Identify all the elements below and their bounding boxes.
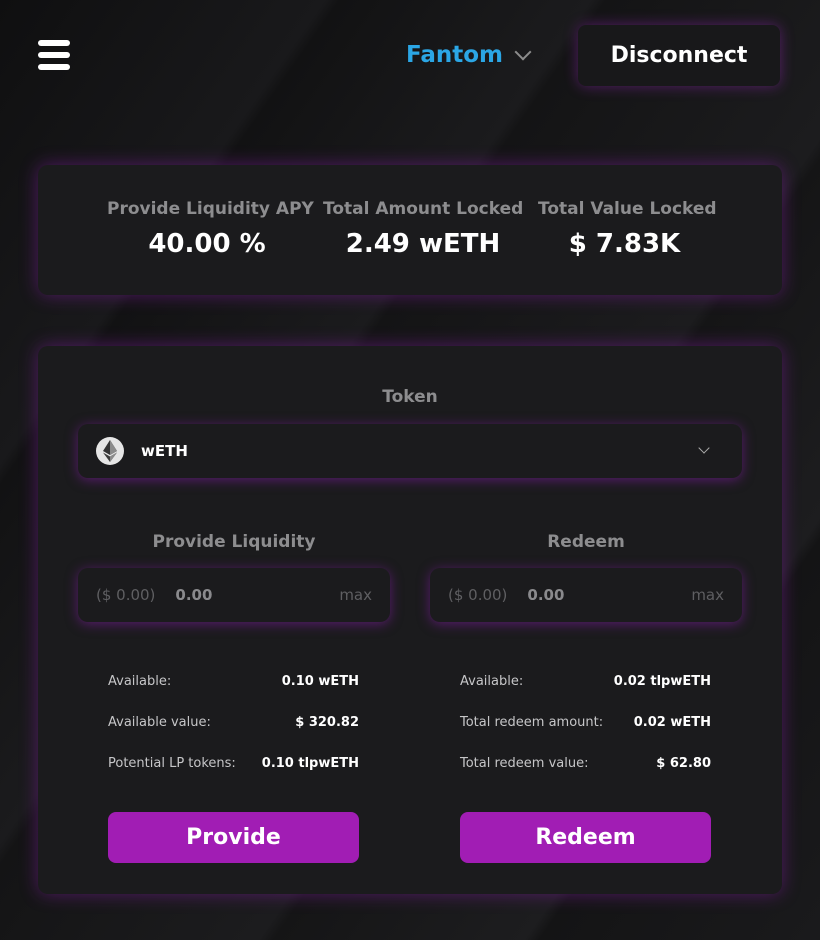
detail-value: $ 320.82 [295,715,359,730]
detail-key: Potential LP tokens: [108,756,236,771]
detail-key: Total redeem amount: [460,715,604,730]
detail-row: Potential LP tokens: 0.10 tlpwETH [108,756,359,797]
disconnect-button[interactable]: Disconnect [578,25,780,86]
network-selector[interactable]: Fantom [406,38,532,72]
token-select[interactable]: wETH [78,424,742,478]
provide-max-button[interactable]: max [339,586,372,604]
provide-amount-input[interactable]: ($ 0.00) 0.00 max [78,568,390,622]
provide-details: Available: 0.10 wETH Available value: $ … [108,674,359,797]
redeem-button[interactable]: Redeem [460,812,711,863]
network-label: Fantom [406,42,504,68]
stat-total-value-locked: Total Value Locked $ 7.83K [538,199,717,259]
detail-row: Available: 0.02 tlpwETH [460,674,711,715]
provide-liquidity-label: Provide Liquidity [152,532,316,552]
detail-row: Available: 0.10 wETH [108,674,359,715]
redeem-max-button[interactable]: max [691,586,724,604]
stat-total-amount-locked: Total Amount Locked 2.49 wETH [323,199,523,259]
chevron-down-icon [698,442,710,454]
stat-label: Total Value Locked [538,199,717,219]
stat-apy: Provide Liquidity APY 40.00 % [107,199,314,259]
liquidity-card: Token wETH Provide Liquidity Redeem ($ 0… [38,346,782,894]
detail-value: 0.10 wETH [281,674,359,689]
stat-label: Total Amount Locked [323,199,524,219]
detail-value: $ 62.80 [656,756,711,771]
stat-value: 2.49 wETH [345,229,501,259]
detail-key: Available value: [108,715,211,730]
menu-icon[interactable] [38,40,70,70]
stat-label: Provide Liquidity APY [107,199,314,219]
detail-row: Available value: $ 320.82 [108,715,359,756]
stat-value: $ 7.83K [568,229,681,259]
redeem-details: Available: 0.02 tlpwETH Total redeem amo… [460,674,711,797]
stats-card: Provide Liquidity APY 40.00 % Total Amou… [38,165,782,295]
detail-key: Total redeem value: [460,756,589,771]
token-name: wETH [141,442,188,460]
redeem-amount-input[interactable]: ($ 0.00) 0.00 max [430,568,742,622]
chevron-down-icon [514,43,532,61]
detail-value: 0.02 wETH [633,715,711,730]
provide-button[interactable]: Provide [108,812,359,863]
redeem-usd-value: ($ 0.00) [448,586,508,604]
ethereum-icon [96,437,124,465]
detail-row: Total redeem amount: 0.02 wETH [460,715,711,756]
token-label: Token [382,387,438,407]
detail-row: Total redeem value: $ 62.80 [460,756,711,797]
redeem-label: Redeem [547,532,625,552]
detail-value: 0.10 tlpwETH [261,756,359,771]
redeem-amount: 0.00 [527,586,565,604]
detail-key: Available: [108,674,172,689]
stat-value: 40.00 % [148,229,266,259]
detail-key: Available: [460,674,524,689]
provide-usd-value: ($ 0.00) [96,586,156,604]
detail-value: 0.02 tlpwETH [613,674,711,689]
provide-amount: 0.00 [175,586,213,604]
